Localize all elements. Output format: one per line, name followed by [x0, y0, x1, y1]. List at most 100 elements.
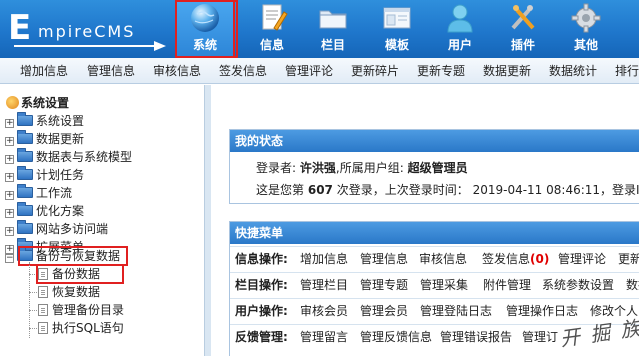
page-icon: [38, 286, 48, 298]
expand-plus-icon[interactable]: +: [5, 119, 14, 128]
submenu-add-info[interactable]: 增加信息: [20, 64, 68, 78]
tree-node-label: 数据更新: [36, 132, 85, 146]
expand-plus-icon[interactable]: +: [5, 155, 14, 164]
tree-child-label: 执行SQL语句: [52, 321, 124, 335]
quick-link[interactable]: 审核信息: [419, 252, 467, 266]
quick-link[interactable]: 管理采集: [420, 278, 468, 292]
tree-child-run-sql[interactable]: 执行SQL语句: [38, 320, 124, 336]
tree-node-label: 系统设置: [36, 114, 85, 128]
sub-menu-bar: 增加信息 管理信息 审核信息 签发信息 管理评论 更新碎片 更新专题 数据更新 …: [0, 58, 639, 84]
quick-link[interactable]: 管理会员: [360, 304, 408, 318]
quick-link[interactable]: 管理反馈信息: [360, 330, 432, 344]
visits-prefix: 这是您第: [256, 183, 305, 197]
submenu-data-stats[interactable]: 数据统计: [549, 64, 597, 78]
document-icon: [262, 4, 288, 31]
user-group: 超级管理员: [407, 161, 468, 175]
page-icon: [38, 322, 48, 334]
expand-plus-icon[interactable]: +: [5, 191, 14, 200]
submenu-update-topic[interactable]: 更新专题: [417, 64, 465, 78]
submenu-review-info[interactable]: 审核信息: [153, 64, 201, 78]
nav-column[interactable]: 栏目: [303, 0, 363, 58]
tree-node-label: 数据表与系统模型: [36, 150, 133, 164]
tree-root-label: 系统设置: [21, 96, 70, 110]
visit-count: 607: [307, 183, 333, 197]
highlight-box-backup-restore: [18, 246, 128, 266]
submenu-ranking[interactable]: 排行: [615, 64, 639, 78]
tree-node-multi-access[interactable]: + 网站多访问端: [5, 220, 108, 237]
tree-root[interactable]: 系统设置: [6, 95, 69, 111]
quick-row-label: 用户操作:: [235, 304, 288, 318]
nav-template-label: 模板: [384, 38, 409, 52]
nav-info[interactable]: 信息: [242, 0, 302, 58]
globe-small-icon: [6, 96, 19, 109]
quick-link[interactable]: 数据: [626, 278, 639, 292]
nav-user-label: 用户: [447, 38, 472, 52]
quick-link[interactable]: 管理登陆日志: [420, 304, 492, 318]
quick-link[interactable]: 管理信息: [360, 252, 408, 266]
quick-link[interactable]: 管理评论: [558, 252, 606, 266]
tree-node-data-update[interactable]: + 数据更新: [5, 130, 85, 147]
tree-child-label: 管理备份目录: [52, 303, 125, 317]
expand-plus-icon[interactable]: +: [5, 227, 14, 236]
folder-icon: [17, 148, 33, 162]
quick-row-info: 信息操作: 增加信息 管理信息 审核信息 签发信息(0) 管理评论 更新: [230, 246, 639, 271]
sidebar-splitter[interactable]: [204, 85, 211, 356]
tree-child-restore-data[interactable]: 恢复数据: [38, 284, 100, 300]
tree-node-scheduled-tasks[interactable]: + 计划任务: [5, 166, 84, 183]
quick-menu-title: 快捷菜单: [230, 222, 639, 244]
quick-link[interactable]: 审核会员: [300, 304, 348, 318]
nav-user[interactable]: 用户: [430, 0, 490, 58]
quick-link[interactable]: 系统参数设置: [542, 278, 614, 292]
tree-node-system-settings[interactable]: + 系统设置: [5, 112, 85, 129]
highlight-box-backup-data: [36, 264, 124, 284]
expand-plus-icon[interactable]: +: [5, 137, 14, 146]
tree-child-manage-backup-dir[interactable]: 管理备份目录: [38, 302, 124, 318]
tree-branch-line: [29, 310, 37, 311]
folder-icon: [319, 10, 347, 29]
quick-link[interactable]: 管理订: [522, 330, 558, 344]
folder-icon: [17, 202, 33, 216]
quick-link[interactable]: 增加信息: [300, 252, 348, 266]
tree-node-optimization[interactable]: + 优化方案: [5, 202, 84, 219]
submenu-update-fragment[interactable]: 更新碎片: [351, 64, 399, 78]
submenu-data-update[interactable]: 数据更新: [483, 64, 531, 78]
nav-column-label: 栏目: [320, 38, 345, 52]
quick-link[interactable]: 管理留言: [300, 330, 348, 344]
gear-icon: [571, 3, 601, 33]
logo-text: mpireCMS: [38, 22, 136, 41]
highlight-box-nav-system: [175, 0, 238, 58]
nav-other-label: 其他: [573, 38, 598, 52]
nav-plugin[interactable]: 插件: [493, 0, 553, 58]
logo-arrow: [154, 41, 166, 51]
nav-plugin-label: 插件: [510, 38, 535, 52]
page-icon: [38, 304, 48, 316]
quick-link[interactable]: 管理错误报告: [440, 330, 512, 344]
quick-link-sign[interactable]: 签发信息(0): [482, 252, 549, 266]
tree-branch-line: [29, 292, 37, 293]
ip-label: ，登录IP:: [600, 183, 639, 197]
nav-other[interactable]: 其他: [556, 0, 616, 58]
tree-node-label: 工作流: [36, 186, 73, 200]
submenu-manage-comment[interactable]: 管理评论: [285, 64, 333, 78]
quick-row-user: 用户操作: 审核会员 管理会员 管理登陆日志 管理操作日志 修改个人: [230, 298, 639, 323]
tree-node-tables-models[interactable]: + 数据表与系统模型: [5, 148, 133, 165]
quick-link[interactable]: 附件管理: [483, 278, 531, 292]
quick-link[interactable]: 更新: [618, 252, 639, 266]
my-status-panel: 我的状态 登录者: 许洪强,所属用户组: 超级管理员 这是您第 607 次登录，…: [229, 129, 639, 204]
tree-node-workflow[interactable]: + 工作流: [5, 184, 73, 201]
expand-plus-icon[interactable]: +: [5, 209, 14, 218]
visit-info-row: 这是您第 607 次登录，上次登录时间： 2019-04-11 08:46:11…: [256, 182, 639, 198]
quick-link[interactable]: 管理操作日志: [506, 304, 578, 318]
expand-plus-icon[interactable]: +: [5, 173, 14, 182]
group-label: ,所属用户组:: [335, 161, 404, 175]
folder-icon: [17, 130, 33, 144]
quick-link[interactable]: 管理栏目: [300, 278, 348, 292]
quick-link[interactable]: 管理专题: [360, 278, 408, 292]
folder-icon: [17, 220, 33, 234]
empirecms-logo[interactable]: E mpireCMS: [4, 8, 172, 51]
collapse-minus-icon[interactable]: −: [5, 254, 14, 263]
submenu-manage-info[interactable]: 管理信息: [87, 64, 135, 78]
nav-template[interactable]: 模板: [367, 0, 427, 58]
quick-row-label: 栏目操作:: [235, 278, 288, 292]
submenu-sign-info[interactable]: 签发信息: [219, 64, 267, 78]
